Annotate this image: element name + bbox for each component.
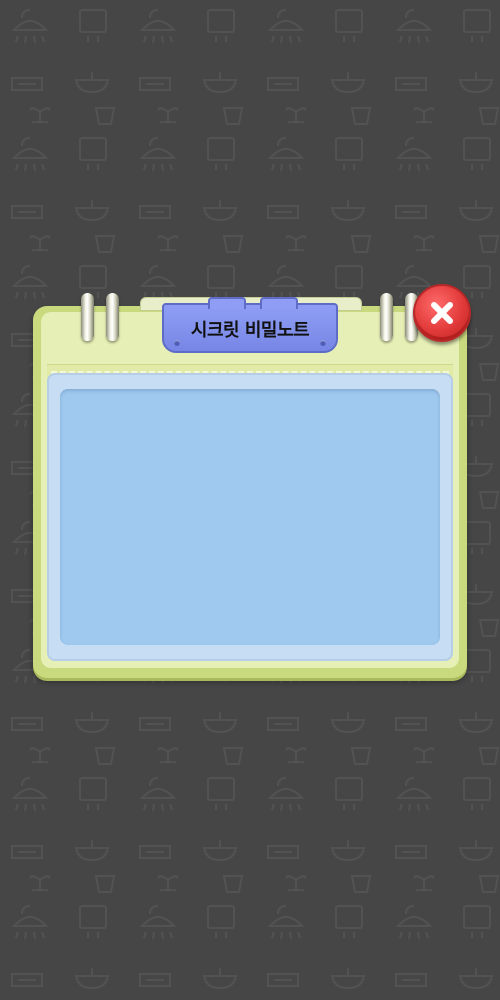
title-tab-rivet-right [320, 340, 326, 346]
popup-title: 시크릿 비밀노트 [190, 320, 310, 341]
close-button[interactable] [413, 284, 471, 342]
title-tab-rivet-left [174, 340, 180, 346]
binder-ring-right-1 [380, 293, 393, 341]
title-tab-clip-right [260, 297, 298, 309]
title-tab-clip-left [208, 297, 246, 309]
title-tab: 시크릿 비밀노트 [162, 297, 338, 353]
note-content-area[interactable] [60, 389, 440, 645]
close-icon [431, 302, 453, 324]
binder-ring-left-1 [81, 293, 94, 341]
binder-ring-left-2 [106, 293, 119, 341]
